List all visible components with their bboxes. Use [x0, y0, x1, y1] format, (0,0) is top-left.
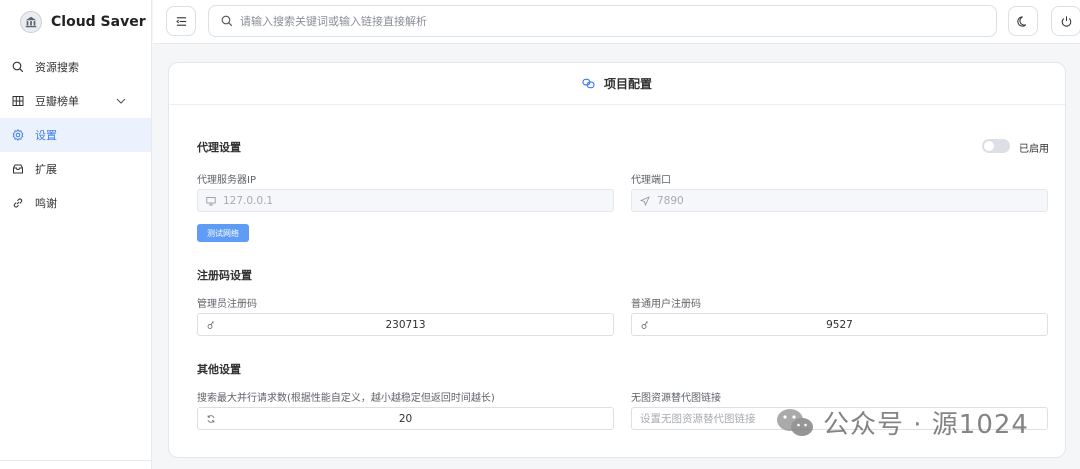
user-code-label: 普通用户注册码 — [631, 299, 701, 310]
wechat-watermark: 公众号 · 源1024 — [775, 404, 1029, 441]
sidebar-item-settings[interactable]: 设置 — [0, 118, 151, 152]
gear-icon — [12, 129, 24, 141]
proxy-host-label: 代理服务器IP — [197, 175, 256, 186]
sidebar-item-label: 扩展 — [35, 163, 57, 176]
box-icon — [12, 163, 24, 175]
top-header — [153, 0, 1080, 44]
link-icon — [12, 197, 24, 209]
proxy-host-field[interactable]: 127.0.0.1 — [197, 189, 614, 212]
grid-icon — [12, 95, 24, 107]
search-icon — [221, 15, 233, 27]
proxy-port-field[interactable]: 7890 — [631, 189, 1048, 212]
brand[interactable]: Cloud Saver — [0, 0, 151, 44]
sidebar-nav: 资源搜索 豆瓣榜单 设置 扩展 鸣谢 — [0, 50, 151, 220]
concurrency-input: 20 — [398, 412, 413, 425]
other-section-title: 其他设置 — [197, 363, 241, 376]
sidebar-item-extensions[interactable]: 扩展 — [0, 152, 151, 186]
search-bar[interactable] — [208, 5, 997, 37]
config-icon — [582, 78, 595, 89]
card-title: 项目配置 — [603, 77, 652, 91]
navigation-icon — [640, 195, 650, 206]
user-code-input: 9527 — [826, 318, 853, 331]
watermark-text: 公众号 · 源1024 — [823, 410, 1029, 440]
registration-section-title: 注册码设置 — [197, 269, 252, 282]
key-icon — [640, 320, 650, 330]
fallback-image-input: 设置无图资源替代图链接 — [640, 413, 756, 425]
proxy-host-input: 127.0.0.1 — [223, 194, 274, 207]
search-input[interactable] — [240, 14, 996, 28]
key-icon — [206, 320, 216, 330]
app-name: Cloud Saver — [51, 14, 146, 30]
monitor-icon — [206, 196, 216, 206]
collapse-menu-button[interactable] — [166, 6, 196, 36]
theme-toggle-button[interactable] — [1008, 6, 1038, 36]
admin-code-input: 230713 — [385, 318, 426, 331]
sidebar-item-label: 设置 — [35, 129, 57, 142]
concurrency-field[interactable]: 20 — [197, 407, 614, 430]
proxy-section-title: 代理设置 — [197, 141, 241, 154]
proxy-port-label: 代理端口 — [631, 175, 671, 186]
admin-code-field[interactable]: 230713 — [197, 313, 614, 336]
power-icon — [1061, 15, 1071, 27]
admin-code-label: 管理员注册码 — [197, 299, 257, 310]
wechat-icon — [777, 408, 813, 436]
sidebar-item-label: 资源搜索 — [35, 61, 79, 74]
sidebar: Cloud Saver 资源搜索 豆瓣榜单 设置 扩展 鸣谢 — [0, 0, 152, 469]
settings-card: 项目配置 代理设置 已启用 代理服务器IP 127.0.0.1 代理端口 789… — [168, 62, 1066, 458]
menu-fold-icon — [175, 16, 186, 26]
test-network-button[interactable]: 测试网络 — [197, 224, 249, 242]
sidebar-item-search[interactable]: 资源搜索 — [0, 50, 151, 84]
sidebar-divider — [0, 460, 151, 461]
moon-icon — [1016, 15, 1026, 27]
logout-button[interactable] — [1051, 6, 1080, 36]
sidebar-item-label: 鸣谢 — [35, 197, 57, 210]
fallback-image-label: 无图资源替代图链接 — [631, 393, 721, 404]
app-logo — [20, 11, 42, 33]
proxy-toggle-label: 已启用 — [1019, 144, 1049, 155]
proxy-enable-toggle[interactable] — [982, 139, 1010, 153]
sidebar-item-thanks[interactable]: 鸣谢 — [0, 186, 151, 220]
sidebar-item-douban[interactable]: 豆瓣榜单 — [0, 84, 151, 118]
sidebar-item-label: 豆瓣榜单 — [35, 95, 79, 108]
search-icon — [12, 61, 24, 73]
concurrency-label: 搜索最大并行请求数(根据性能自定义，越小越稳定但返回时间越长) — [197, 393, 495, 404]
card-header: 项目配置 — [169, 63, 1065, 105]
proxy-port-input: 7890 — [657, 194, 684, 207]
user-code-field[interactable]: 9527 — [631, 313, 1048, 336]
chevron-down-icon[interactable] — [115, 95, 127, 107]
refresh-icon — [206, 414, 216, 424]
